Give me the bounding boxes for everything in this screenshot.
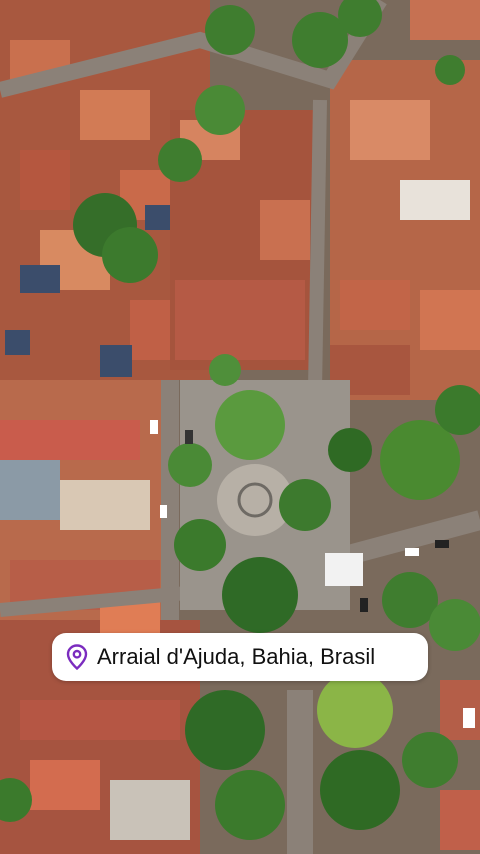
location-pin-icon	[66, 644, 88, 670]
location-label-pill: Arraial d'Ajuda, Bahia, Brasil	[52, 633, 428, 681]
location-text: Arraial d'Ajuda, Bahia, Brasil	[97, 644, 376, 669]
aerial-town-photo	[0, 0, 480, 854]
